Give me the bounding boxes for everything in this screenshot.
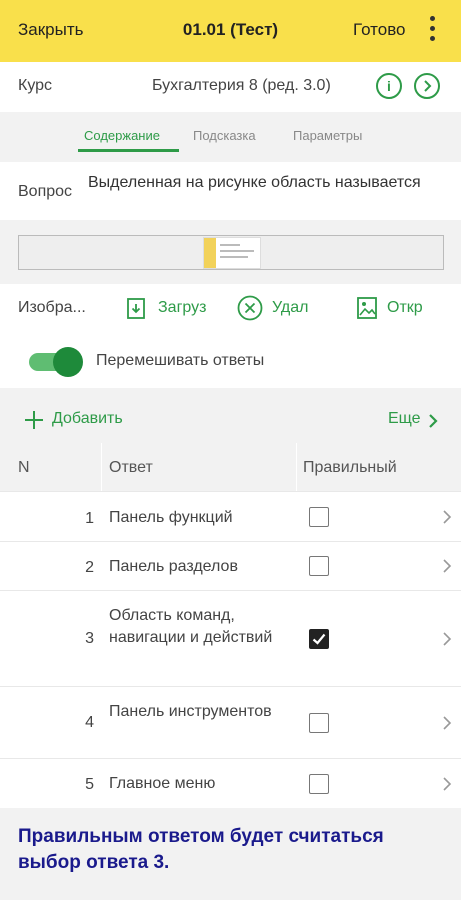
course-value: Бухгалтерия 8 (ред. 3.0) bbox=[152, 77, 331, 94]
tab-content[interactable]: Содержание bbox=[84, 128, 160, 143]
add-button[interactable]: Добавить bbox=[52, 410, 123, 428]
table-row[interactable]: 2 Панель разделов bbox=[0, 541, 461, 591]
active-tab-indicator bbox=[78, 149, 179, 152]
chevron-right-icon[interactable] bbox=[440, 630, 454, 648]
chevron-right-icon[interactable] bbox=[440, 557, 454, 575]
done-button[interactable]: Готово bbox=[353, 20, 406, 40]
plus-icon[interactable] bbox=[24, 410, 44, 430]
chevron-right-icon[interactable] bbox=[428, 413, 438, 429]
arrow-right-icon[interactable] bbox=[414, 73, 440, 99]
correct-checkbox[interactable] bbox=[309, 774, 329, 794]
row-number: 2 bbox=[85, 559, 94, 576]
table-row[interactable]: 1 Панель функций bbox=[0, 491, 461, 542]
column-divider bbox=[296, 443, 297, 491]
shuffle-label: Перемешивать ответы bbox=[96, 352, 265, 369]
row-number: 4 bbox=[85, 714, 94, 731]
shuffle-toggle[interactable] bbox=[29, 347, 83, 377]
more-vertical-icon[interactable] bbox=[427, 16, 437, 46]
info-icon[interactable]: i bbox=[376, 73, 402, 99]
column-n[interactable]: N bbox=[18, 459, 30, 477]
course-label: Курс bbox=[18, 77, 53, 94]
row-number: 5 bbox=[85, 776, 94, 793]
upload-icon[interactable] bbox=[126, 296, 148, 319]
question-text[interactable]: Выделенная на рисунке область называется bbox=[88, 172, 438, 194]
chevron-right-icon[interactable] bbox=[440, 714, 454, 732]
row-number: 3 bbox=[85, 630, 94, 647]
row-answer: Область команд, навигации и действий bbox=[109, 607, 273, 646]
open-image-icon[interactable] bbox=[356, 296, 378, 319]
table-row[interactable]: 5 Главное меню bbox=[0, 758, 461, 809]
row-answer: Панель функций bbox=[109, 509, 233, 526]
column-divider bbox=[101, 443, 102, 491]
app-header: Закрыть 01.01 (Тест) Готово bbox=[0, 0, 461, 62]
question-image[interactable] bbox=[203, 237, 261, 269]
image-label: Изобра... bbox=[18, 299, 86, 316]
chevron-right-icon[interactable] bbox=[440, 508, 454, 526]
upload-button[interactable]: Загруз bbox=[158, 299, 206, 317]
chevron-right-icon[interactable] bbox=[440, 775, 454, 793]
row-answer: Главное меню bbox=[109, 775, 216, 792]
row-number: 1 bbox=[85, 510, 94, 527]
correct-checkbox[interactable] bbox=[309, 556, 329, 576]
open-button[interactable]: Откр bbox=[387, 299, 423, 317]
answer-hint-text: Правильным ответом будет считаться выбор… bbox=[18, 826, 384, 873]
question-label: Вопрос bbox=[18, 183, 73, 200]
row-answer: Панель инструментов bbox=[109, 703, 272, 720]
column-answer[interactable]: Ответ bbox=[109, 459, 153, 477]
correct-checkbox-checked[interactable] bbox=[309, 629, 329, 649]
correct-checkbox[interactable] bbox=[309, 507, 329, 527]
table-row[interactable]: 4 Панель инструментов bbox=[0, 686, 461, 759]
more-button[interactable]: Еще bbox=[388, 410, 421, 428]
delete-icon[interactable] bbox=[237, 295, 263, 321]
tab-params[interactable]: Параметры bbox=[293, 128, 362, 143]
row-answer: Панель разделов bbox=[109, 558, 238, 575]
table-row[interactable]: 3 Область команд, навигации и действий bbox=[0, 590, 461, 687]
column-correct[interactable]: Правильный bbox=[303, 459, 397, 477]
delete-button[interactable]: Удал bbox=[272, 299, 308, 317]
correct-checkbox[interactable] bbox=[309, 713, 329, 733]
tab-hint[interactable]: Подсказка bbox=[193, 128, 256, 143]
